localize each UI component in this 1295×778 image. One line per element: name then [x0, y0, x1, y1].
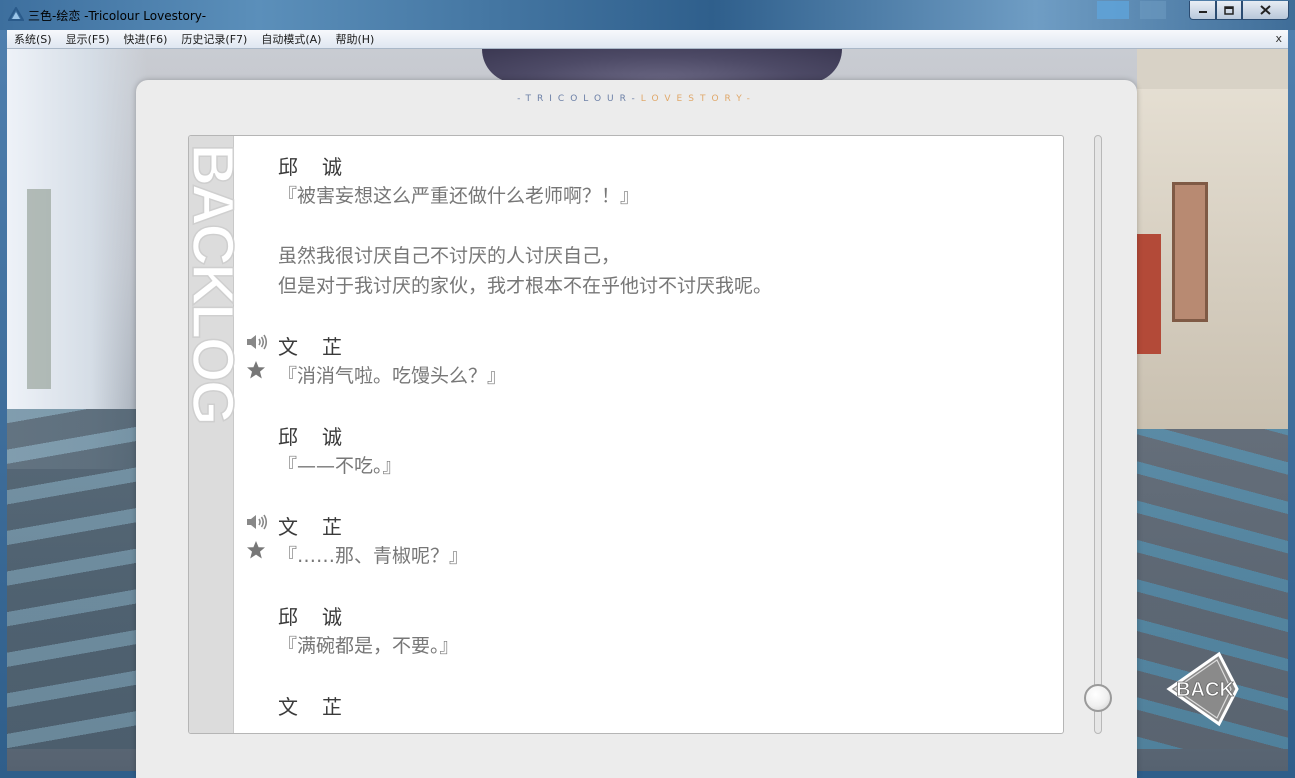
window-border-left [0, 30, 7, 778]
close-icon [1260, 5, 1271, 15]
ceiling-beam [1137, 49, 1288, 89]
speaker-name: 邱 诚 [278, 425, 344, 449]
minimize-icon [1198, 11, 1207, 13]
wall-poster [1172, 182, 1208, 322]
window-titlebar[interactable]: 三色-绘恋 -Tricolour Lovestory- [0, 0, 1295, 30]
speaker-name: 文 芷 [278, 335, 344, 359]
dialogue-line: 『……那、青椒呢？』 [278, 545, 469, 567]
logo-tricolour: -TRICOLOUR- [517, 94, 641, 104]
menu-help[interactable]: 帮助(H) [328, 31, 381, 47]
wall-sign-left [27, 189, 51, 389]
menu-auto-mode[interactable]: 自动模式(A) [254, 31, 328, 47]
window-controls [1189, 1, 1289, 20]
dialogue-line: 『被害妄想这么严重还做什么老师啊？！』 [278, 185, 640, 207]
character-hair [482, 49, 842, 83]
app-triangle-icon [8, 7, 24, 21]
backlog-scrollbar[interactable] [1094, 135, 1102, 734]
close-button[interactable] [1242, 1, 1289, 20]
cafeteria-tables-left [7, 409, 147, 749]
menu-system[interactable]: 系统(S) [7, 31, 59, 47]
dialogue-line: 但是对于我讨厌的家伙，我才根本不在乎他讨不讨厌我呢。 [278, 275, 773, 297]
speaker-name: 邱 诚 [278, 155, 344, 179]
dialogue-line: 『——不吃。』 [278, 455, 402, 477]
logo-lovestory: LOVESTORY- [640, 94, 756, 104]
back-button-label: BACK [1176, 679, 1234, 701]
window-border-right [1288, 30, 1295, 778]
menu-fast-forward[interactable]: 快进(F6) [117, 31, 175, 47]
backlog-list[interactable]: BACKLOG 邱 诚 『被害妄想这么严重还做什么老师啊？！』 虽然我很讨厌自己… [188, 135, 1064, 734]
dialogue-line: 『消消气啦。吃馒头么？』 [278, 365, 507, 387]
menu-bar: 系统(S) 显示(F5) 快进(F6) 历史记录(F7) 自动模式(A) 帮助(… [7, 30, 1288, 49]
backlog-side-strip: BACKLOG [189, 136, 246, 733]
speaker-name: 文 芷 [278, 515, 344, 539]
menu-close-button[interactable]: x [1275, 32, 1282, 45]
menu-history[interactable]: 历史记录(F7) [174, 31, 254, 47]
backlog-panel: -TRICOLOUR-LOVESTORY- BACKLOG 邱 诚 『被害妄想这… [136, 80, 1137, 778]
favorite-star-icon[interactable] [246, 540, 266, 560]
dialogue-line: 虽然我很讨厌自己不讨厌的人讨厌自己， [278, 245, 621, 267]
back-button[interactable]: BACK [1165, 650, 1243, 728]
red-banner [1137, 234, 1161, 354]
speaker-name: 邱 诚 [278, 605, 344, 629]
maximize-button[interactable] [1216, 1, 1242, 20]
voice-replay-icon[interactable] [246, 333, 268, 351]
maximize-icon [1224, 5, 1234, 15]
voice-replay-icon[interactable] [246, 513, 268, 531]
backlog-vertical-label: BACKLOG [188, 143, 246, 424]
favorite-star-icon[interactable] [246, 360, 266, 380]
titlebar-glow-2 [1140, 1, 1166, 19]
titlebar-glow [1097, 1, 1129, 19]
scroll-thumb[interactable] [1084, 684, 1112, 712]
speaker-name: 文 芷 [278, 695, 344, 719]
minimize-button[interactable] [1189, 1, 1216, 20]
game-logo: -TRICOLOUR-LOVESTORY- [136, 94, 1137, 104]
dialogue-line: 『满碗都是，不要。』 [278, 635, 459, 657]
menu-display[interactable]: 显示(F5) [59, 31, 117, 47]
window-title: 三色-绘恋 -Tricolour Lovestory- [28, 9, 207, 23]
